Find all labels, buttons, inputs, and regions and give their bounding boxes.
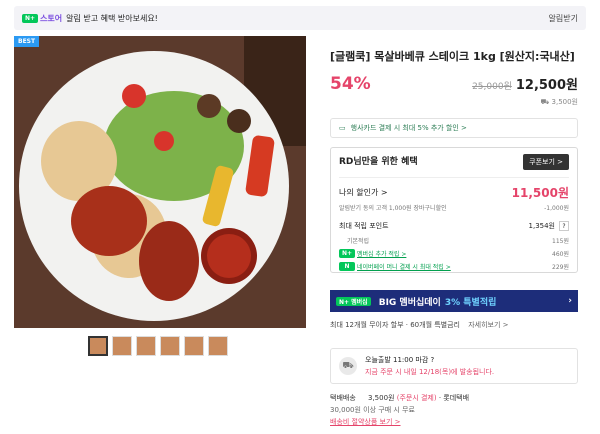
thumbnail-4[interactable]	[160, 336, 180, 356]
thumbnail-1[interactable]	[88, 336, 108, 356]
price-row: 54% 25,000원 12,500원	[330, 74, 578, 94]
my-price-label[interactable]: 나의 할인가 >	[339, 187, 388, 198]
benefit-box: RD님만을 위한 혜택 쿠폰보기 > 나의 할인가 > 11,500원 알림받기…	[330, 147, 578, 273]
shipping-fee-note: (주문시 결제)	[396, 394, 437, 402]
points-detail-row: N+ 멤버십 추가 적립 > 460원	[339, 249, 569, 258]
thumbnail-strip	[88, 336, 228, 356]
delivery-box: ⛟ 오늘출발 11:00 마감 ? 지금 주문 시 내일 12/18(목)에 발…	[330, 348, 578, 384]
points-row: 최대 적립 포인트 1,354원 ?	[339, 221, 569, 231]
points-npay-link[interactable]: 네이버페이 머니 결제 시 최대 적립 >	[357, 262, 451, 271]
thumbnail-3[interactable]	[136, 336, 156, 356]
big-day-highlight: 3% 특별적립	[444, 297, 497, 308]
card-discount-banner[interactable]: ▭ 행사카드 결제 시 최대 5% 추가 할인 >	[330, 118, 578, 138]
delivery-line1: 오늘출발 11:00 마감 ?	[365, 356, 435, 364]
my-price-sub-row: 알림받기 동의 고객 1,000원 장바구니할인 -1,000원	[339, 203, 569, 212]
my-price: 11,500원	[511, 186, 569, 200]
divider	[339, 177, 569, 178]
npay-icon: N	[339, 262, 355, 271]
points-value: 1,354원	[528, 222, 555, 230]
coupon-view-button[interactable]: 쿠폰보기 >	[523, 154, 569, 170]
discount-rate: 54%	[330, 74, 371, 94]
points-label: 최대 적립 포인트	[339, 222, 389, 230]
store-label[interactable]: 스토어	[40, 13, 62, 24]
help-icon[interactable]: ?	[559, 221, 569, 231]
shipping-label: 택배배송	[330, 394, 356, 402]
thumbnail-6[interactable]	[208, 336, 228, 356]
my-price-sub-value: -1,000원	[544, 205, 569, 212]
nplus-logo: N+	[22, 13, 38, 23]
points-basic-value: 115원	[552, 238, 569, 245]
truck-icon: ⛟	[540, 98, 550, 106]
best-badge: BEST	[14, 36, 40, 47]
product-info: [글램쿡] 목살바베큐 스테이크 1kg [원산지:국내산] 54% 25,00…	[330, 36, 578, 273]
thumbnail-5[interactable]	[184, 336, 204, 356]
shipping-save-link[interactable]: 배송비 절약상품 보기 >	[330, 416, 469, 428]
product-photo	[14, 36, 306, 328]
nplus-icon: N+	[339, 249, 355, 258]
points-detail-row: 기본적립 115원	[339, 236, 569, 245]
shipping-info: 택배배송 3,500원 (주문시 결제) · 롯데택배 30,000원 이상 구…	[330, 392, 469, 428]
big-day-text: BIG 멤버십데이	[378, 297, 441, 308]
thumbnail-2[interactable]	[112, 336, 132, 356]
points-basic-label: 기본적립	[347, 238, 370, 245]
original-price: 25,000원	[472, 82, 512, 92]
courier: · 롯데택배	[438, 394, 470, 402]
card-icon: ▭	[339, 124, 346, 132]
points-membership-value: 460원	[552, 251, 569, 258]
free-shipping-condition: 30,000원 이상 구매 시 무료	[330, 406, 415, 414]
card-banner-text: 행사카드 결제 시 최대 5% 추가 할인 >	[350, 124, 467, 132]
top-notification-bar: N+ 스토어 알림 받고 혜택 받아보세요! 알림받기	[14, 6, 586, 30]
product-main-image[interactable]: BEST	[14, 36, 306, 328]
delivery-line2: 지금 주문 시 내일 12/18(목)에 발송됩니다.	[365, 368, 495, 376]
installment-info: 최대 12개월 무이자 할부 · 60개월 특별금리 자세히보기 >	[330, 320, 509, 330]
my-price-row: 나의 할인가 > 11,500원	[339, 184, 569, 201]
membership-badge: N+ 멤버십	[336, 296, 371, 306]
notice-text: 알림 받고 혜택 받아보세요!	[66, 13, 158, 23]
points-npay-value: 229원	[552, 264, 569, 271]
installment-link[interactable]: 자세히보기 >	[468, 321, 508, 329]
points-detail-row: N 네이버페이 머니 결제 시 최대 적립 > 229원	[339, 262, 569, 271]
shipping-row: 택배배송 3,500원 (주문시 결제) · 롯데택배	[330, 392, 469, 404]
truck-icon: ⛟	[339, 357, 357, 375]
shipping-fee: ⛟ 3,500원	[330, 97, 578, 107]
notification-subscribe-button[interactable]: 알림받기	[549, 13, 578, 24]
my-price-sub: 알림받기 동의 고객 1,000원 장바구니할인	[339, 205, 447, 212]
points-membership-link[interactable]: 멤버십 추가 적립 >	[357, 249, 406, 258]
shipping-fee-value: 3,500원	[551, 98, 578, 106]
sale-price: 12,500원	[515, 78, 578, 93]
chevron-right-icon: ›	[568, 296, 572, 306]
shipping-fee-amount: 3,500원	[368, 394, 395, 402]
installment-text: 최대 12개월 무이자 할부 · 60개월 특별금리	[330, 321, 460, 329]
big-membership-day-banner[interactable]: N+ 멤버십 BIG 멤버십데이 3% 특별적립 ›	[330, 290, 578, 312]
product-title: [글램쿡] 목살바베큐 스테이크 1kg [원산지:국내산]	[330, 50, 575, 63]
